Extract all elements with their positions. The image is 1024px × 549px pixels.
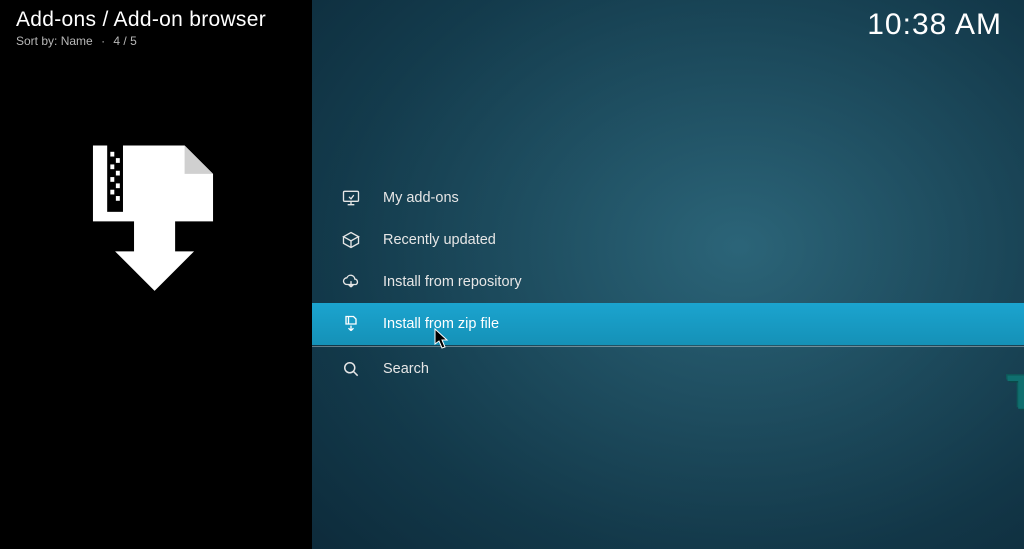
menu-item-install-zip[interactable]: Install from zip file bbox=[312, 303, 1024, 345]
cloud-download-icon bbox=[341, 272, 361, 292]
menu-item-label: Install from repository bbox=[383, 274, 522, 290]
menu-item-my-addons[interactable]: My add-ons bbox=[312, 177, 1024, 219]
addon-browser-menu: My add-ons Recently updated Install from… bbox=[312, 177, 1024, 390]
header: Add-ons / Add-on browser Sort by: Name ·… bbox=[16, 8, 266, 48]
menu-item-label: Recently updated bbox=[383, 232, 496, 248]
clock: 10:38 AM bbox=[867, 8, 1002, 42]
sort-value: Name bbox=[61, 34, 93, 48]
menu-separator bbox=[312, 346, 1024, 347]
sidebar-panel: Add-ons / Add-on browser Sort by: Name ·… bbox=[0, 0, 312, 549]
menu-item-recently-updated[interactable]: Recently updated bbox=[312, 219, 1024, 261]
zip-file-large-icon bbox=[74, 136, 232, 294]
menu-item-install-repository[interactable]: Install from repository bbox=[312, 261, 1024, 303]
menu-item-label: Search bbox=[383, 361, 429, 377]
zip-download-icon bbox=[341, 314, 361, 334]
monitor-icon bbox=[341, 188, 361, 208]
menu-item-search[interactable]: Search bbox=[312, 348, 1024, 390]
breadcrumb: Add-ons / Add-on browser bbox=[16, 8, 266, 32]
separator-dot: · bbox=[101, 34, 105, 48]
menu-item-label: Install from zip file bbox=[383, 316, 499, 332]
box-open-icon bbox=[341, 230, 361, 250]
sort-prefix: Sort by: bbox=[16, 34, 57, 48]
search-icon bbox=[341, 359, 361, 379]
menu-item-label: My add-ons bbox=[383, 190, 459, 206]
position-counter: 4 / 5 bbox=[113, 34, 136, 48]
content-panel: 10:38 AM My add-ons Recently updated Ins… bbox=[312, 0, 1024, 549]
sort-status: Sort by: Name · 4 / 5 bbox=[16, 34, 266, 48]
